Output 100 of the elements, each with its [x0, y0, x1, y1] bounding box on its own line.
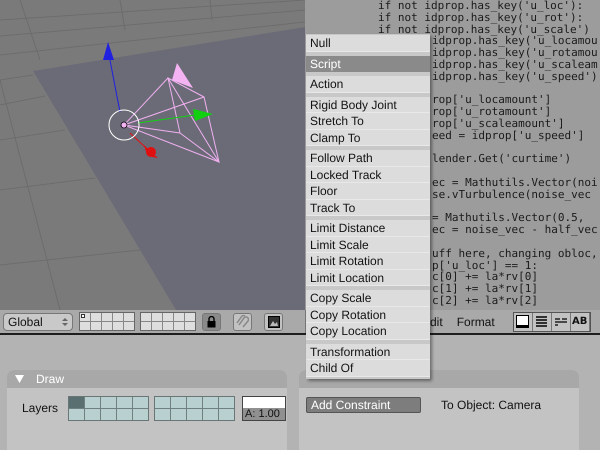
render-button[interactable] — [264, 312, 283, 330]
code-line: idprop.has_key('u_locamou — [432, 35, 598, 48]
add-constraint-button[interactable]: Add Constraint — [306, 397, 421, 413]
menu-item[interactable]: Copy Rotation — [306, 306, 430, 323]
code-line: p['u_loc'] == 1: — [432, 260, 538, 272]
layer-toggle[interactable] — [91, 313, 101, 321]
menu-item[interactable]: Locked Track — [306, 166, 430, 183]
layer-toggle[interactable] — [171, 409, 186, 420]
menu-item[interactable]: Stretch To — [306, 113, 430, 130]
menu-item[interactable]: Format — [452, 314, 499, 328]
layer-toggle[interactable] — [187, 409, 202, 420]
layer-toggle[interactable] — [174, 322, 184, 330]
line-numbers-button[interactable] — [532, 312, 552, 330]
menu-item[interactable]: Track To — [306, 200, 430, 216]
menu-item[interactable]: Null — [306, 35, 430, 52]
code-line: lender.Get('curtime') — [432, 153, 572, 166]
menu-item[interactable]: Limit Scale — [306, 236, 430, 253]
code-line: rop['u_rotamount'] — [432, 106, 552, 118]
layer-toggle[interactable] — [85, 397, 100, 408]
page-icon — [516, 315, 530, 328]
layer-toggle[interactable] — [155, 409, 170, 420]
layer-toggle[interactable] — [185, 322, 195, 330]
layer-toggle[interactable] — [124, 313, 134, 321]
menu-item[interactable]: Rigid Body Joint — [306, 96, 430, 113]
lines-icon — [536, 316, 548, 327]
code-line: rop['u_locamount'] — [432, 94, 552, 106]
menu-item[interactable]: Follow Path — [306, 150, 430, 166]
layer-toggle[interactable] — [174, 313, 184, 321]
syntax-button[interactable]: AB — [570, 312, 590, 330]
lock-button[interactable] — [202, 312, 221, 330]
layer-toggle[interactable] — [117, 397, 132, 408]
layer-toggle[interactable] — [133, 397, 148, 408]
menu-item[interactable]: Child Of — [306, 360, 430, 376]
code-line: c[1] += la*rv[1] — [432, 283, 538, 295]
layer-toggle[interactable] — [80, 322, 90, 330]
code-line: eed = idprop['u_speed'] — [432, 130, 584, 142]
layer-toggle[interactable] — [102, 313, 112, 321]
padlock-icon — [207, 316, 216, 328]
code-line: idprop.has_key('u_rotamou — [432, 47, 598, 59]
menu-item[interactable]: Copy Scale — [306, 290, 430, 306]
code-line: uff here, changing obloc, — [432, 248, 598, 260]
layer-toggle[interactable] — [155, 397, 170, 408]
full-screen-button[interactable] — [514, 312, 533, 330]
layer-toggle[interactable] — [152, 313, 162, 321]
layer-toggle[interactable] — [113, 322, 123, 330]
menu-item[interactable]: Clamp To — [306, 130, 430, 146]
menu-item[interactable]: Transformation — [306, 344, 430, 360]
code-line: if not idprop.has_key('u_scale') — [378, 24, 590, 36]
layer-toggle[interactable] — [102, 322, 112, 330]
layer-toggle[interactable] — [203, 397, 218, 408]
layer-toggle[interactable] — [91, 322, 101, 330]
layer-toggle[interactable] — [69, 397, 84, 408]
menu-item[interactable]: Action — [306, 76, 430, 92]
code-line: se.vTurbulence(noise_vec — [432, 188, 591, 201]
code-line: if not idprop.has_key('u_rot'): — [378, 12, 584, 24]
layer-toggle[interactable] — [171, 397, 186, 408]
layer-toggle[interactable] — [219, 397, 234, 408]
code-line: ec = noise_vec - half_vec — [432, 224, 598, 236]
layer-toggle[interactable] — [117, 409, 132, 420]
code-line: idprop.has_key('u_scaleam — [432, 58, 598, 71]
layer-toggle[interactable] — [101, 409, 116, 420]
layer-toggle[interactable] — [69, 409, 84, 420]
snap-button[interactable] — [233, 312, 252, 330]
wrap-icon — [554, 318, 567, 326]
word-wrap-button[interactable] — [552, 312, 571, 330]
updown-icon — [62, 316, 68, 326]
magnet-icon — [236, 315, 249, 328]
layer-toggle[interactable] — [203, 409, 218, 420]
layer-toggle[interactable] — [219, 409, 234, 420]
panel-title: Draw — [36, 372, 64, 386]
code-line: c[0] += la*rv[0] — [432, 271, 538, 284]
menu-item[interactable]: Limit Distance — [306, 220, 430, 236]
code-line: c[2] += la*rv[2] — [432, 294, 538, 307]
layer-toggle[interactable] — [185, 313, 195, 321]
layer-toggle[interactable] — [163, 313, 173, 321]
layer-toggle[interactable] — [187, 397, 202, 408]
layer-toggle[interactable] — [133, 409, 148, 420]
orientation-dropdown[interactable]: Global — [3, 312, 73, 330]
layer-toggle[interactable] — [141, 322, 151, 330]
code-line: = Mathutils.Vector(0.5, — [432, 212, 584, 224]
disclosure-triangle-icon[interactable] — [15, 374, 24, 384]
layer-toggle[interactable] — [124, 322, 134, 330]
layer-toggle[interactable] — [80, 313, 90, 321]
code-line: ec = Mathutils.Vector(noi — [432, 176, 598, 189]
layer-toggle[interactable] — [85, 409, 100, 420]
menu-item[interactable]: Limit Location — [306, 270, 430, 286]
layer-toggle[interactable] — [141, 313, 151, 321]
layer-toggle[interactable] — [152, 322, 162, 330]
code-line: rop['u_scaleamount'] — [432, 118, 564, 130]
target-label: To Object: Camera — [441, 398, 542, 412]
layer-toggle[interactable] — [163, 322, 173, 330]
color-swatch[interactable]: A: 1.00 — [242, 396, 286, 421]
menu-item[interactable]: Copy Location — [306, 323, 430, 340]
layers-label: Layers — [22, 401, 58, 415]
code-line: idprop.has_key('u_speed') — [432, 70, 598, 83]
menu-item[interactable]: Limit Rotation — [306, 253, 430, 270]
image-icon — [268, 316, 280, 328]
layer-toggle[interactable] — [101, 397, 116, 408]
layer-toggle[interactable] — [113, 313, 123, 321]
menu-item[interactable]: Floor — [306, 183, 430, 200]
